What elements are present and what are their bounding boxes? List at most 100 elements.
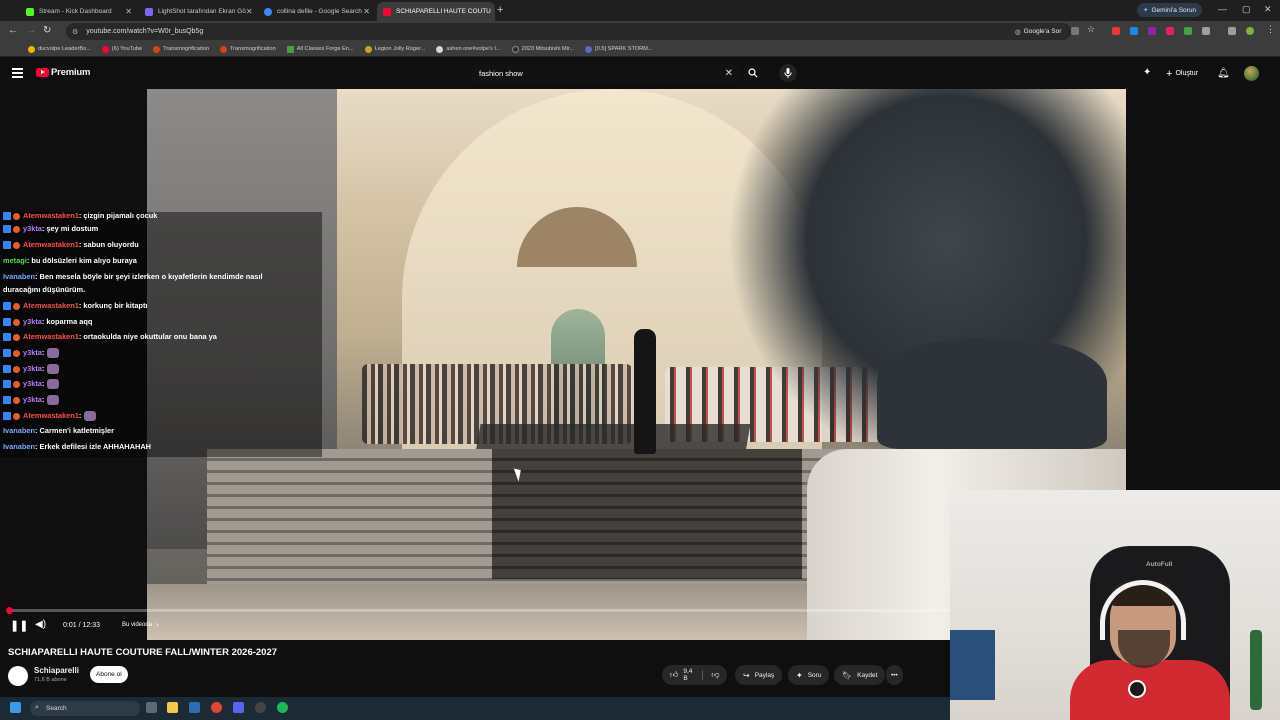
google-sor-button[interactable]: ◎ Google'a Sor xyxy=(1009,24,1068,39)
channel-avatar[interactable] xyxy=(8,666,28,686)
chat-username[interactable]: Atemwastaken1 xyxy=(23,301,79,310)
save-button[interactable]: 🔖︎ Kaydet xyxy=(834,665,886,685)
progress-scrubber-handle[interactable] xyxy=(6,607,13,614)
chat-username[interactable]: metagi xyxy=(3,256,27,265)
youtube-favicon-icon xyxy=(383,7,391,16)
pause-icon[interactable]: ❚❚ xyxy=(10,619,28,632)
taskbar-search[interactable]: ⌕ Search xyxy=(30,701,140,716)
chat-username[interactable]: y3kta xyxy=(23,379,42,388)
like-icon[interactable]: 👍︎ xyxy=(670,670,678,680)
taskbar-search-label: Search xyxy=(46,705,67,712)
back-icon[interactable]: ← xyxy=(8,25,18,36)
chat-username[interactable]: y3kta xyxy=(23,317,42,326)
chat-username[interactable]: y3kta xyxy=(23,364,42,373)
share-button[interactable]: ↪ Paylaş xyxy=(735,665,783,685)
chat-username[interactable]: Ivanaben xyxy=(3,426,35,435)
bookmark-item[interactable]: Transmogrification xyxy=(219,45,276,53)
more-actions-button[interactable]: ••• xyxy=(886,665,903,685)
chat-message: Ivanaben: Erkek defilesi izle AHHAHAHAH xyxy=(3,440,151,453)
reload-icon[interactable]: ↻ xyxy=(43,25,51,36)
cast-icon[interactable] xyxy=(1071,27,1079,35)
bookmark-favicon-icon xyxy=(364,45,372,53)
windows-start-icon[interactable] xyxy=(10,702,21,713)
chrome-icon[interactable] xyxy=(211,702,222,713)
subscriber-badge-icon xyxy=(3,380,11,389)
extension-pink-icon[interactable] xyxy=(1166,27,1174,35)
new-tab-button[interactable]: + xyxy=(497,4,503,16)
steam-icon[interactable] xyxy=(189,702,200,713)
minimize-icon[interactable]: — xyxy=(1218,4,1227,14)
extensions-puzzle-icon[interactable] xyxy=(1202,27,1210,35)
tab-close-icon[interactable]: ✕ xyxy=(125,7,132,16)
bookmark-item[interactable]: 2023 Mitsubishi Mir... xyxy=(511,45,574,53)
site-info-icon[interactable]: ⚙ xyxy=(72,28,78,36)
spotify-icon[interactable] xyxy=(277,702,288,713)
youtube-logo[interactable]: Premium xyxy=(36,67,90,78)
menu-hamburger-icon[interactable] xyxy=(12,68,23,80)
search-input[interactable]: fashion show ✕ xyxy=(470,64,740,83)
bookmark-favicon-icon xyxy=(585,45,593,53)
menu-kebab-icon[interactable]: ⋮ xyxy=(1266,24,1275,34)
tab-youtube-active[interactable]: SCHIAPARELLI HAUTE COUTU ◀) ✕ xyxy=(377,2,495,21)
bookmark-item[interactable]: ducvolpe LeaderBo... xyxy=(28,45,91,53)
clear-search-icon[interactable]: ✕ xyxy=(725,68,733,79)
file-explorer-icon[interactable] xyxy=(167,702,178,713)
gemini-button[interactable]: ✦ Gemini'a Sorun xyxy=(1137,3,1203,17)
chat-username[interactable]: Atemwastaken1 xyxy=(23,411,79,420)
bookmark-item[interactable]: ashen one#volpe's I... xyxy=(436,45,501,53)
tab-google-search[interactable]: collina defile - Google Search ✕ xyxy=(258,2,376,21)
notifications-bell-icon[interactable]: 🔔︎ xyxy=(1217,68,1230,79)
dislike-icon[interactable]: 👎︎ xyxy=(702,670,720,680)
extension-abp-icon[interactable] xyxy=(1112,27,1120,35)
profile-avatar-icon[interactable] xyxy=(1246,27,1254,35)
bookmark-star-icon[interactable]: ☆ xyxy=(1087,24,1095,34)
search-icon[interactable] xyxy=(748,68,758,78)
chat-username[interactable]: y3kta xyxy=(23,348,42,357)
app-icon[interactable] xyxy=(255,702,266,713)
volume-icon[interactable]: ◀) xyxy=(35,619,46,630)
bookmark-item[interactable]: Legion Jolly Roger... xyxy=(364,45,425,53)
chat-username[interactable]: y3kta xyxy=(23,395,42,404)
subscriber-badge-icon xyxy=(3,225,11,234)
subscribe-button[interactable]: Abone ol xyxy=(90,666,128,683)
like-count[interactable]: 9,4 B xyxy=(683,668,692,682)
bookmark-item[interactable]: (6) YouTube xyxy=(101,45,142,53)
create-button[interactable]: + Oluştur xyxy=(1160,65,1204,82)
chat-message: y3kta: şey mi dostum xyxy=(3,222,98,235)
chat-username[interactable]: Atemwastaken1 xyxy=(23,212,79,220)
task-view-icon[interactable] xyxy=(146,702,157,713)
chat-username[interactable]: Atemwastaken1 xyxy=(23,332,79,341)
ask-button[interactable]: ✦ Soru xyxy=(788,665,830,685)
chat-username[interactable]: Ivanaben xyxy=(3,272,35,281)
chapter-label[interactable]: Bu videoda xyxy=(122,622,152,628)
chat-text: : xyxy=(41,364,45,373)
bookmark-item[interactable]: [0.5] SPARK STORM... xyxy=(585,45,652,53)
chat-username[interactable]: y3kta xyxy=(23,224,42,233)
chat-username[interactable]: Ivanaben xyxy=(3,442,35,451)
user-avatar[interactable] xyxy=(1244,66,1259,81)
create-label: Oluştur xyxy=(1175,70,1198,77)
forward-icon[interactable]: → xyxy=(26,25,36,36)
extension-green-icon[interactable] xyxy=(1184,27,1192,35)
bookmark-item[interactable]: Transmogrification xyxy=(153,45,209,53)
progress-bar[interactable] xyxy=(8,609,949,612)
tab-close-icon[interactable]: ✕ xyxy=(363,7,370,16)
close-window-icon[interactable]: ✕ xyxy=(1264,4,1272,15)
chat-username[interactable]: Atemwastaken1 xyxy=(23,240,79,249)
tab-kick-dashboard[interactable]: Stream - Kick Dashboard ✕ xyxy=(20,2,138,21)
chevron-right-icon[interactable]: › xyxy=(156,620,159,629)
tab-close-icon[interactable]: ✕ xyxy=(246,7,253,16)
cast-shop-icon[interactable]: ✦ xyxy=(1143,67,1151,78)
url-bar[interactable]: ⚙ youtube.com/watch?v=W0r_busQb5g xyxy=(66,23,1071,40)
maximize-icon[interactable]: ▢ xyxy=(1242,4,1251,15)
extension-purple-icon[interactable] xyxy=(1148,27,1156,35)
channel-name[interactable]: Schiaparelli xyxy=(34,666,79,675)
discord-icon[interactable] xyxy=(233,702,244,713)
microphone-icon xyxy=(784,68,792,78)
chat-text: duracağını düşünürüm. xyxy=(3,285,86,294)
tab-lightshot[interactable]: LightShot tarafından Ekran Gö ✕ xyxy=(139,2,257,21)
sidebar-icon[interactable] xyxy=(1228,27,1236,35)
voice-search-button[interactable] xyxy=(779,64,797,82)
extension-blue-icon[interactable] xyxy=(1130,27,1138,35)
bookmark-item[interactable]: All Classes Forge En... xyxy=(286,45,354,53)
